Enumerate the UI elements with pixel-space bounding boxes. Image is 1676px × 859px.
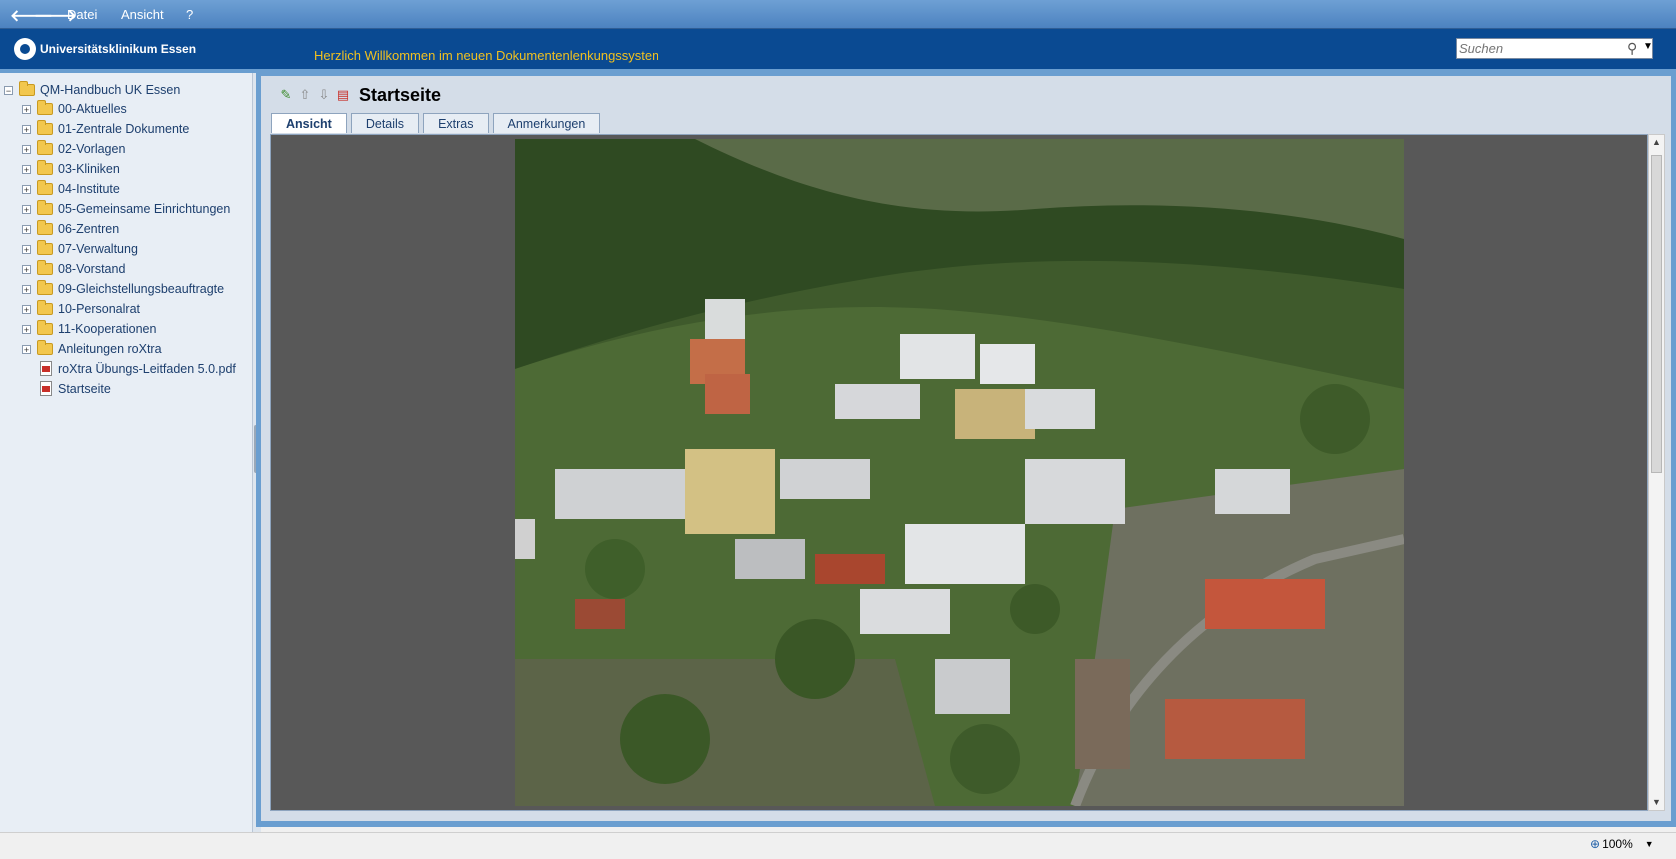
folder-icon	[37, 280, 53, 295]
document-toolbar: ✎ ⇧ ⇩ ▤ Startseite	[279, 84, 442, 106]
expand-icon[interactable]: +	[22, 104, 31, 114]
tree-item-label[interactable]: 01-Zentrale Dokumente	[58, 122, 189, 136]
status-bar	[0, 832, 1676, 859]
vertical-scrollbar[interactable]: ▲ ▼	[1648, 134, 1665, 811]
scroll-thumb[interactable]	[1651, 155, 1662, 473]
tree-item-file[interactable]: Startseite	[40, 381, 111, 396]
tree-item-folder[interactable]: +01-Zentrale Dokumente	[22, 120, 189, 136]
expand-icon[interactable]: +	[22, 184, 31, 194]
logo-text: Universitätsklinikum Essen	[40, 42, 197, 56]
arrow-up-icon[interactable]: ⇧	[298, 88, 312, 102]
zoom-control[interactable]: ⊕ 100% ▼	[1590, 837, 1654, 851]
folder-icon	[37, 120, 53, 135]
tree-root[interactable]: − QM-Handbuch UK Essen	[4, 81, 180, 97]
folder-icon	[37, 160, 53, 175]
folder-icon	[37, 180, 53, 195]
tree-item-folder[interactable]: +08-Vorstand	[22, 260, 125, 276]
expand-icon[interactable]: +	[22, 204, 31, 214]
expand-icon[interactable]: +	[22, 284, 31, 294]
menu-datei[interactable]: Datei	[67, 7, 97, 22]
tree-item-label[interactable]: 07-Verwaltung	[58, 242, 138, 256]
tree-item-label[interactable]: Anleitungen roXtra	[58, 342, 162, 356]
expand-icon[interactable]: +	[22, 264, 31, 274]
expand-icon[interactable]: +	[22, 224, 31, 234]
folder-icon	[37, 100, 53, 115]
expand-icon[interactable]: +	[22, 344, 31, 354]
tree-item-folder[interactable]: + Anleitungen roXtra	[22, 340, 162, 356]
tree-item-file[interactable]: roXtra Übungs-Leitfaden 5.0.pdf	[40, 361, 236, 376]
welcome-marquee: Herzlich Willkommen im neuen Dokumentenl…	[314, 48, 658, 63]
menu-bar: 🡐 🡒 Datei Ansicht ?	[0, 0, 1676, 29]
zoom-icon[interactable]: ⊕	[1590, 837, 1600, 851]
folder-icon	[37, 320, 53, 335]
logo-icon	[14, 38, 36, 60]
search-icon[interactable]: ⚲	[1627, 40, 1637, 57]
zoom-level: 100%	[1602, 837, 1633, 851]
tree-root-label[interactable]: QM-Handbuch UK Essen	[40, 83, 180, 97]
menu-help[interactable]: ?	[186, 7, 193, 22]
folder-icon	[37, 200, 53, 215]
tree-item-label[interactable]: 09-Gleichstellungsbeauftragte	[58, 282, 224, 296]
menu-ansicht[interactable]: Ansicht	[121, 7, 164, 22]
scroll-down-icon[interactable]: ▼	[1649, 795, 1664, 810]
logo: Universitätsklinikum Essen	[14, 36, 196, 62]
expand-icon[interactable]: +	[22, 124, 31, 134]
tree-item-folder[interactable]: +10-Personalrat	[22, 300, 140, 316]
tree-item-label[interactable]: 04-Institute	[58, 182, 120, 196]
folder-icon	[37, 340, 53, 355]
document-icon	[40, 381, 52, 396]
pdf-file-icon	[40, 361, 52, 376]
expand-icon[interactable]: +	[22, 244, 31, 254]
tree-item-label[interactable]: 10-Personalrat	[58, 302, 140, 316]
folder-icon	[37, 260, 53, 275]
expand-icon[interactable]: +	[22, 164, 31, 174]
tree-item-folder[interactable]: +03-Kliniken	[22, 160, 120, 176]
tree-item-label[interactable]: 02-Vorlagen	[58, 142, 125, 156]
search-box[interactable]: ⚲ ▼	[1456, 38, 1653, 59]
folder-open-icon	[19, 81, 35, 96]
folder-icon	[37, 240, 53, 255]
tree-item-label[interactable]: 05-Gemeinsame Einrichtungen	[58, 202, 230, 216]
document-tabs: Ansicht Details Extras Anmerkungen	[271, 113, 604, 134]
tab-ansicht[interactable]: Ansicht	[271, 113, 347, 133]
tree-item-label[interactable]: roXtra Übungs-Leitfaden 5.0.pdf	[58, 362, 236, 376]
tree-item-label[interactable]: Startseite	[58, 382, 111, 396]
search-input[interactable]	[1459, 40, 1619, 57]
tree-item-folder[interactable]: +04-Institute	[22, 180, 120, 196]
folder-icon	[37, 220, 53, 235]
expand-icon[interactable]: +	[22, 144, 31, 154]
tab-details[interactable]: Details	[350, 113, 420, 133]
expand-icon[interactable]: +	[22, 324, 31, 334]
document-title: Startseite	[359, 84, 442, 105]
expand-icon[interactable]: +	[22, 304, 31, 314]
document-icon[interactable]: ▤	[336, 88, 350, 102]
tree-item-folder[interactable]: +02-Vorlagen	[22, 140, 125, 156]
tree-item-label[interactable]: 03-Kliniken	[58, 162, 120, 176]
aerial-photo	[515, 139, 1404, 806]
arrow-down-icon[interactable]: ⇩	[317, 88, 331, 102]
tree-item-folder[interactable]: +07-Verwaltung	[22, 240, 138, 256]
tree-item-label[interactable]: 00-Aktuelles	[58, 102, 127, 116]
tree-item-label[interactable]: 06-Zentren	[58, 222, 119, 236]
tree-item-folder[interactable]: +06-Zentren	[22, 220, 119, 236]
header-bar: Universitätsklinikum Essen	[0, 29, 1676, 72]
tab-extras[interactable]: Extras	[423, 113, 489, 133]
tree-item-folder[interactable]: +09-Gleichstellungsbeauftragte	[22, 280, 224, 296]
edit-icon[interactable]: ✎	[279, 88, 293, 102]
sidebar-tree: − QM-Handbuch UK Essen +00-Aktuelles +01…	[0, 73, 253, 837]
tree-item-folder[interactable]: +11-Kooperationen	[22, 320, 156, 336]
tab-anmerkungen[interactable]: Anmerkungen	[492, 113, 601, 133]
tree-item-label[interactable]: 08-Vorstand	[58, 262, 125, 276]
folder-icon	[37, 140, 53, 155]
tree-item-folder[interactable]: +00-Aktuelles	[22, 100, 127, 116]
folder-icon	[37, 300, 53, 315]
scroll-up-icon[interactable]: ▲	[1649, 135, 1664, 150]
tree-item-label[interactable]: 11-Kooperationen	[58, 322, 156, 336]
chevron-down-icon[interactable]: ▼	[1645, 839, 1654, 849]
tree-item-folder[interactable]: +05-Gemeinsame Einrichtungen	[22, 200, 230, 216]
chevron-down-icon[interactable]: ▼	[1643, 41, 1653, 52]
collapse-icon[interactable]: −	[4, 85, 13, 95]
